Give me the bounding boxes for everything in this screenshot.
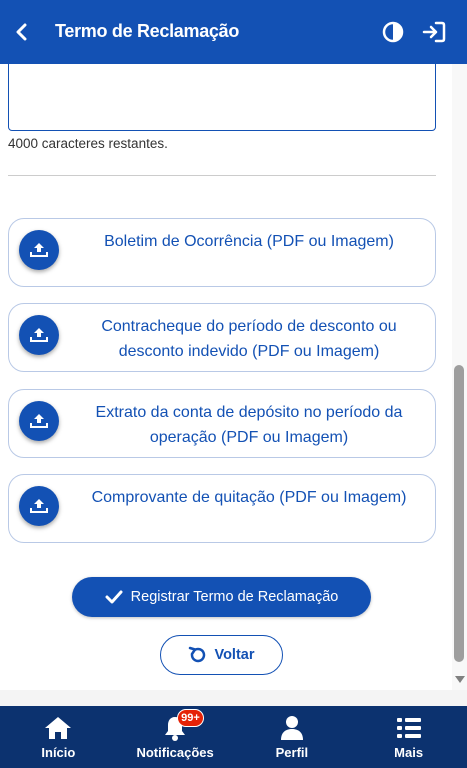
nav-label: Mais bbox=[394, 745, 424, 760]
nav-item-mais[interactable]: Mais bbox=[350, 706, 467, 768]
bottom-navigation: Início 99+ Notificações Perfil Mais bbox=[0, 706, 467, 768]
char-counter: 4000 caracteres restantes. bbox=[8, 136, 168, 151]
upload-icon bbox=[30, 328, 48, 342]
upload-label: Contracheque do período de desconto ou d… bbox=[101, 318, 397, 360]
contrast-button[interactable] bbox=[380, 19, 406, 45]
upload-button[interactable] bbox=[19, 401, 59, 441]
scrollbar[interactable] bbox=[452, 64, 467, 690]
page-title: Termo de Reclamação bbox=[55, 21, 240, 41]
home-icon bbox=[45, 717, 72, 739]
nav-label: Perfil bbox=[275, 745, 309, 760]
chevron-left-icon bbox=[16, 23, 27, 41]
user-icon bbox=[280, 716, 303, 740]
upload-label: Extrato da conta de depósito no período … bbox=[95, 404, 403, 446]
complaint-textarea[interactable] bbox=[8, 64, 436, 131]
logout-button[interactable] bbox=[421, 19, 447, 45]
upload-label: Boletim de Ocorrência (PDF ou Imagem) bbox=[104, 233, 394, 250]
upload-button[interactable] bbox=[19, 486, 59, 526]
undo-icon bbox=[188, 646, 206, 664]
register-complaint-button[interactable]: Registrar Termo de Reclamação bbox=[72, 577, 371, 617]
nav-item-notificacoes[interactable]: 99+ Notificações bbox=[117, 706, 234, 768]
form-content: 4000 caracteres restantes. Boletim de Oc… bbox=[0, 64, 452, 690]
upload-label: Comprovante de quitação (PDF ou Imagem) bbox=[91, 489, 407, 506]
nav-label: Início bbox=[41, 745, 76, 760]
nav-label: Notificações bbox=[136, 745, 214, 760]
upload-button[interactable] bbox=[19, 230, 59, 270]
upload-contracheque[interactable]: Contracheque do período de desconto ou d… bbox=[8, 303, 436, 372]
contrast-icon bbox=[382, 21, 404, 43]
back-action-label: Voltar bbox=[214, 647, 255, 663]
upload-icon bbox=[30, 414, 48, 428]
app-header: Termo de Reclamação bbox=[0, 0, 467, 64]
notification-badge: 99+ bbox=[177, 709, 204, 727]
footer-spacer bbox=[0, 690, 467, 706]
divider bbox=[8, 175, 436, 176]
scrollbar-thumb[interactable] bbox=[454, 365, 464, 662]
register-complaint-label: Registrar Termo de Reclamação bbox=[130, 589, 339, 605]
nav-item-inicio[interactable]: Início bbox=[0, 706, 117, 768]
upload-icon bbox=[30, 243, 48, 257]
scroll-down-arrow-icon[interactable] bbox=[455, 676, 465, 683]
upload-comprovante[interactable]: Comprovante de quitação (PDF ou Imagem) bbox=[8, 474, 436, 543]
upload-extrato[interactable]: Extrato da conta de depósito no período … bbox=[8, 389, 436, 458]
check-icon bbox=[105, 590, 123, 604]
sign-in-icon bbox=[422, 21, 446, 43]
list-icon bbox=[396, 718, 421, 738]
back-action-button[interactable]: Voltar bbox=[160, 635, 283, 675]
upload-button[interactable] bbox=[19, 315, 59, 355]
upload-icon bbox=[30, 499, 48, 513]
upload-boletim-ocorrencia[interactable]: Boletim de Ocorrência (PDF ou Imagem) bbox=[8, 218, 436, 287]
nav-item-perfil[interactable]: Perfil bbox=[234, 706, 351, 768]
back-button[interactable] bbox=[8, 18, 36, 46]
